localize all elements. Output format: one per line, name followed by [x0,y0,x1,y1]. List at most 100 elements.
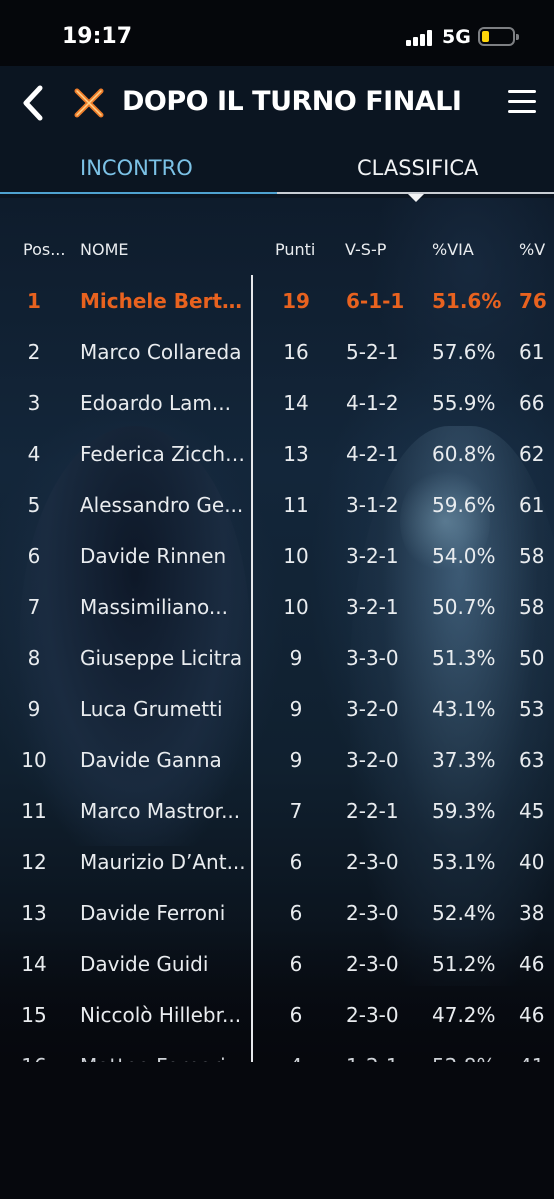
table-row[interactable]: 15 Niccolò Hillebr... 6 2-3-0 47.2% 46 [0,1003,554,1054]
cell-via: 52.4% [432,901,496,925]
cell-v2: 58 [519,595,545,619]
cell-name: Marco Mastror... [80,799,241,823]
cell-via: 51.2% [432,952,496,976]
cell-name: Edoardo Lam... [80,391,231,415]
cell-pos: 12 [21,850,47,874]
cell-vsp: 3-3-0 [346,646,399,670]
cell-v2: 38 [519,901,545,925]
cell-pos: 6 [27,544,41,568]
cell-points: 16 [283,340,309,364]
cell-name: Alessandro Ge... [80,493,244,517]
table-row[interactable]: 14 Davide Guidi 6 2-3-0 51.2% 46 [0,952,554,1003]
cell-via: 59.6% [432,493,496,517]
cell-via: 47.2% [432,1003,496,1027]
cell-pos: 7 [27,595,41,619]
cell-pos: 2 [27,340,41,364]
column-header-points[interactable]: Punti [275,240,315,259]
cell-name: Massimiliano... [80,595,228,619]
table-row[interactable]: 10 Davide Ganna 9 3-2-0 37.3% 63 [0,748,554,799]
table-row[interactable]: 12 Maurizio D’Ant... 6 2-3-0 53.1% 40 [0,850,554,901]
cell-vsp: 2-3-0 [346,952,399,976]
cell-name: Marco Collareda [80,340,242,364]
table-row[interactable]: 6 Davide Rinnen 10 3-2-1 54.0% 58 [0,544,554,595]
column-header-name[interactable]: NOME [80,240,128,259]
cell-pos: 13 [21,901,47,925]
app-header: DOPO IL TURNO FINALI [0,66,554,140]
cell-points: 4 [266,1054,326,1062]
cell-via: 59.3% [432,799,496,823]
cell-pos: 3 [27,391,41,415]
cell-vsp: 4-2-1 [346,442,399,466]
cell-v2: 66 [519,391,545,415]
table-row[interactable]: 7 Massimiliano... 10 3-2-1 50.7% 58 [0,595,554,646]
cell-pos: 11 [21,799,47,823]
cell-via: 51.3% [432,646,496,670]
cell-vsp: 3-2-1 [346,544,399,568]
table-row[interactable]: 3 Edoardo Lam... 14 4-1-2 55.9% 66 [0,391,554,442]
cell-name: Matteo Fornari [80,1054,248,1062]
cell-pos: 9 [27,697,41,721]
cell-points: 6 [289,1003,303,1027]
table-row[interactable]: 9 Luca Grumetti 9 3-2-0 43.1% 53 [0,697,554,748]
cell-via: 50.7% [432,595,496,619]
cell-vsp: 3-2-1 [346,595,399,619]
battery-icon [478,27,519,46]
cell-vsp: 2-3-0 [346,1003,399,1027]
table-row[interactable]: 13 Davide Ferroni 6 2-3-0 52.4% 38 [0,901,554,952]
table-row[interactable]: 5 Alessandro Ge... 11 3-1-2 59.6% 61 [0,493,554,544]
cell-name: Davide Ganna [80,748,222,772]
cell-v2: 61 [519,340,545,364]
cell-via: 43.1% [432,697,496,721]
column-header-via[interactable]: %VIA [432,240,474,259]
cell-vsp: 6-1-1 [346,289,405,313]
cell-via: 53.1% [432,850,496,874]
tab-underline-incontro [0,192,277,194]
table-row[interactable]: 11 Marco Mastror... 7 2-2-1 59.3% 45 [0,799,554,850]
status-time: 19:17 [62,24,133,49]
table-row[interactable]: 8 Giuseppe Licitra 9 3-3-0 51.3% 50 [0,646,554,697]
cell-name: Davide Ferroni [80,901,226,925]
hamburger-menu-icon[interactable] [508,90,536,114]
cell-vsp: 1-2-1 [346,1054,399,1062]
column-header-vsp[interactable]: V-S-P [345,240,386,259]
tab-incontro[interactable]: INCONTRO [80,156,193,180]
cell-v2: 62 [519,442,545,466]
table-row[interactable]: 1 Michele Berto... 19 6-1-1 51.6% 76 [0,289,554,340]
cell-vsp: 2-2-1 [346,799,399,823]
cell-points: 14 [283,391,309,415]
tab-classifica[interactable]: CLASSIFICA [357,156,478,180]
back-chevron-icon[interactable] [18,84,48,122]
cellular-signal-icon [406,30,434,46]
column-header-v2[interactable]: %V [519,240,545,259]
cell-via: 51.6% [432,289,502,313]
cell-v2: 58 [519,544,545,568]
cell-v2: 63 [519,748,545,772]
cell-vsp: 2-3-0 [346,850,399,874]
cell-v2: 45 [519,799,545,823]
cell-points: 9 [289,748,303,772]
table-row[interactable]: 16 Matteo Fornari 4 1-2-1 52.8% 41 [0,1054,554,1062]
cell-points: 11 [283,493,309,517]
cell-name: Federica Zicchi... [80,442,248,466]
page-title: DOPO IL TURNO FINALI [122,86,462,117]
cell-v2: 53 [519,697,545,721]
cell-via: 52.8% [432,1054,496,1062]
tab-bar: INCONTRO CLASSIFICA [0,140,554,202]
cell-name: Luca Grumetti [80,697,223,721]
cell-v2: 61 [519,493,545,517]
cell-points: 6 [289,952,303,976]
standings-table[interactable]: Pos... NOME Punti V-S-P %VIA %V 1 Michele… [0,198,554,1062]
table-row[interactable]: 2 Marco Collareda 16 5-2-1 57.6% 61 [0,340,554,391]
table-row[interactable]: 4 Federica Zicchi... 13 4-2-1 60.8% 62 [0,442,554,493]
cell-v2: 46 [519,952,545,976]
cell-pos: 15 [21,1003,47,1027]
cell-vsp: 5-2-1 [346,340,399,364]
bottom-empty-area [0,1062,554,1199]
cell-vsp: 3-1-2 [346,493,399,517]
cell-points: 13 [283,442,309,466]
cell-points: 9 [289,697,303,721]
cell-via: 60.8% [432,442,496,466]
column-header-pos[interactable]: Pos... [23,240,65,259]
cell-pos: 8 [27,646,41,670]
cell-via: 57.6% [432,340,496,364]
